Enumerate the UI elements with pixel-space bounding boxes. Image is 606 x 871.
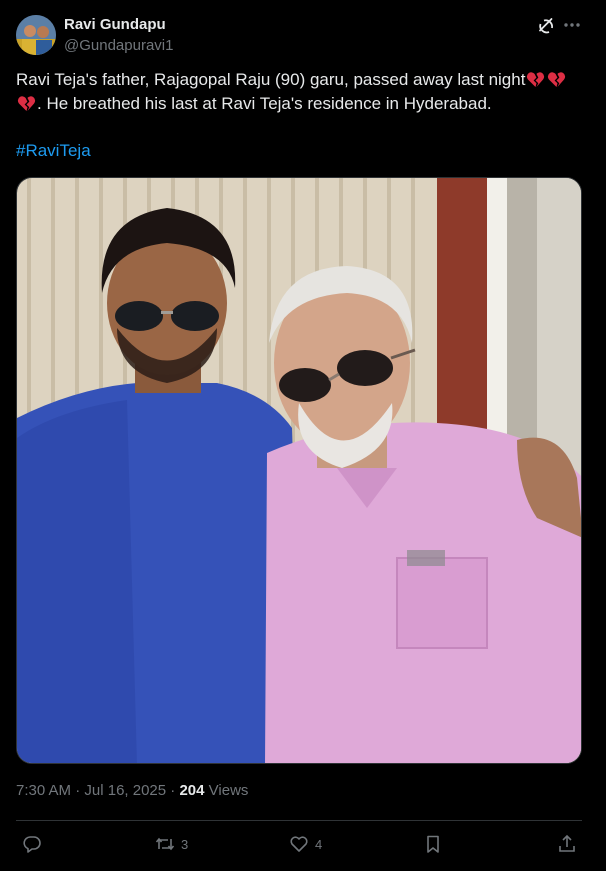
- author-handle[interactable]: @Gundapuravi1: [64, 37, 173, 54]
- heart-icon: [290, 836, 308, 852]
- tweet-time[interactable]: 7:30 AM: [16, 782, 71, 799]
- like-button[interactable]: 4: [289, 832, 322, 856]
- reply-icon: [23, 836, 41, 853]
- tweet-card: Ravi Gundapu @Gundapuravi1 Ravi Teja's f…: [0, 0, 606, 871]
- views-label: Views: [208, 782, 249, 799]
- author-name[interactable]: Ravi Gundapu: [64, 16, 166, 33]
- broken-heart-icon: [526, 71, 545, 88]
- divider: [16, 820, 582, 821]
- like-count: 4: [315, 836, 323, 852]
- tweet-text-line-2: . He breathed his last at Ravi Teja's re…: [37, 94, 492, 113]
- more-options-icon[interactable]: [561, 14, 583, 36]
- tweet-meta: 7:30 AM · Jul 16, 2025 · 204 Views: [16, 782, 248, 799]
- tweet-date[interactable]: Jul 16, 2025: [84, 782, 166, 799]
- broken-heart-icon: [17, 95, 36, 112]
- broken-heart-icon: [547, 71, 566, 88]
- bookmark-icon: [427, 835, 439, 853]
- author-avatar[interactable]: [16, 15, 56, 55]
- retweet-button[interactable]: 3: [155, 832, 188, 856]
- grok-icon[interactable]: [536, 16, 556, 36]
- views-count: 204: [179, 782, 205, 799]
- share-button[interactable]: [557, 832, 577, 856]
- tweet-photo[interactable]: [16, 177, 582, 764]
- meta-separator: ·: [170, 782, 176, 799]
- meta-separator: ·: [75, 782, 81, 799]
- retweet-count: 3: [181, 836, 189, 852]
- reply-button[interactable]: [22, 832, 48, 856]
- hashtag-link[interactable]: #RaviTeja: [16, 141, 91, 161]
- bookmark-button[interactable]: [423, 832, 443, 856]
- retweet-icon: [155, 837, 175, 851]
- tweet-text-line-1: Ravi Teja's father, Rajagopal Raju (90) …: [16, 70, 526, 89]
- tweet-text: Ravi Teja's father, Rajagopal Raju (90) …: [16, 68, 588, 116]
- share-icon: [559, 834, 575, 852]
